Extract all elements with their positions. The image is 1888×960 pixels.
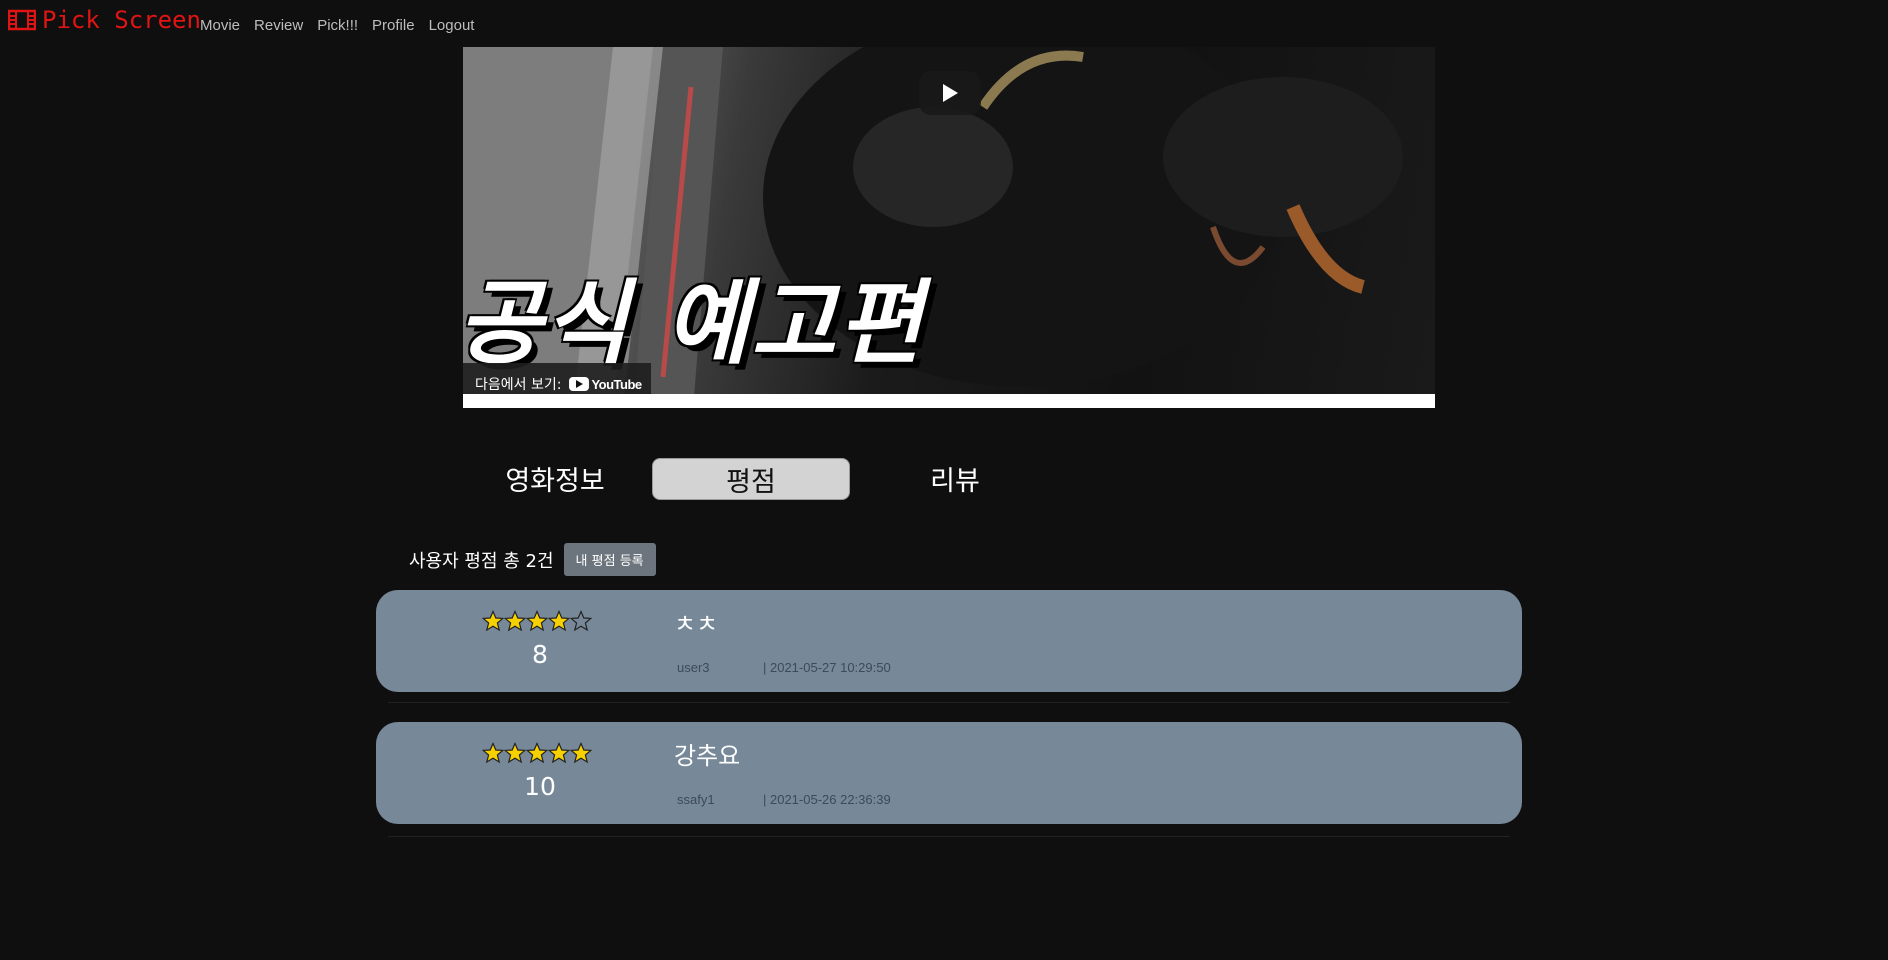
divider xyxy=(388,702,1510,703)
nav-link-movie[interactable]: Movie xyxy=(200,17,240,34)
watch-on-label: 다음에서 보기: xyxy=(475,377,562,393)
rating-comment: 강추요 xyxy=(674,742,741,770)
tab-movie-info[interactable]: 영화정보 xyxy=(465,458,645,498)
youtube-icon xyxy=(569,377,590,391)
nav-link-pick[interactable]: Pick!!! xyxy=(317,17,358,34)
play-icon xyxy=(943,84,958,102)
tab-rating[interactable]: 평점 xyxy=(652,458,850,500)
nav-link-review[interactable]: Review xyxy=(254,17,303,34)
star-filled-icon xyxy=(504,742,526,764)
divider xyxy=(388,836,1510,837)
star-filled-icon xyxy=(482,742,504,764)
rating-date: | 2021-05-26 22:36:39 xyxy=(763,792,891,807)
rating-header: 사용자 평점 총 2건 내 평점 등록 xyxy=(409,543,656,576)
rating-user: ssafy1 xyxy=(677,792,715,807)
trailer-video[interactable]: 공식 예고편 다음에서 보기: YouTube xyxy=(463,47,1435,408)
star-filled-icon xyxy=(548,742,570,764)
play-button[interactable] xyxy=(919,71,981,115)
star-rating xyxy=(482,610,592,632)
nav-link-profile[interactable]: Profile xyxy=(372,17,415,34)
tab-review[interactable]: 리뷰 xyxy=(865,458,1045,498)
youtube-label: YouTube xyxy=(591,376,642,392)
star-rating xyxy=(482,742,592,764)
rating-card: 8 ㅊㅊ user3 | 2021-05-27 10:29:50 xyxy=(376,590,1522,692)
brand-logo[interactable]: Pick Screen xyxy=(8,6,201,34)
rating-summary: 사용자 평점 총 2건 xyxy=(409,550,554,572)
nav-link-logout[interactable]: Logout xyxy=(429,17,475,34)
rating-meta: user3 | 2021-05-27 10:29:50 xyxy=(677,660,891,675)
rating-score: 10 xyxy=(524,772,556,801)
film-icon xyxy=(8,9,36,31)
add-my-rating-button[interactable]: 내 평점 등록 xyxy=(563,543,656,576)
star-filled-icon xyxy=(548,610,570,632)
video-progress-bar[interactable] xyxy=(463,394,1435,408)
movie-tabs: 영화정보 평점 리뷰 xyxy=(465,458,1005,500)
star-filled-icon xyxy=(526,610,548,632)
navbar: Pick Screen Movie Review Pick!!! Profile… xyxy=(0,0,1888,46)
rating-comment: ㅊㅊ xyxy=(674,610,719,638)
brand-name: Pick Screen xyxy=(42,6,201,34)
rating-date: | 2021-05-27 10:29:50 xyxy=(763,660,891,675)
star-empty-icon xyxy=(570,610,592,632)
rating-user: user3 xyxy=(677,660,710,675)
nav-links: Movie Review Pick!!! Profile Logout xyxy=(200,17,488,34)
star-filled-icon xyxy=(504,610,526,632)
star-filled-icon xyxy=(570,742,592,764)
rating-card: 10 강추요 ssafy1 | 2021-05-26 22:36:39 xyxy=(376,722,1522,824)
rating-meta: ssafy1 | 2021-05-26 22:36:39 xyxy=(677,792,891,807)
youtube-logo: YouTube xyxy=(569,376,642,392)
rating-score: 8 xyxy=(532,640,548,669)
star-filled-icon xyxy=(526,742,548,764)
star-filled-icon xyxy=(482,610,504,632)
